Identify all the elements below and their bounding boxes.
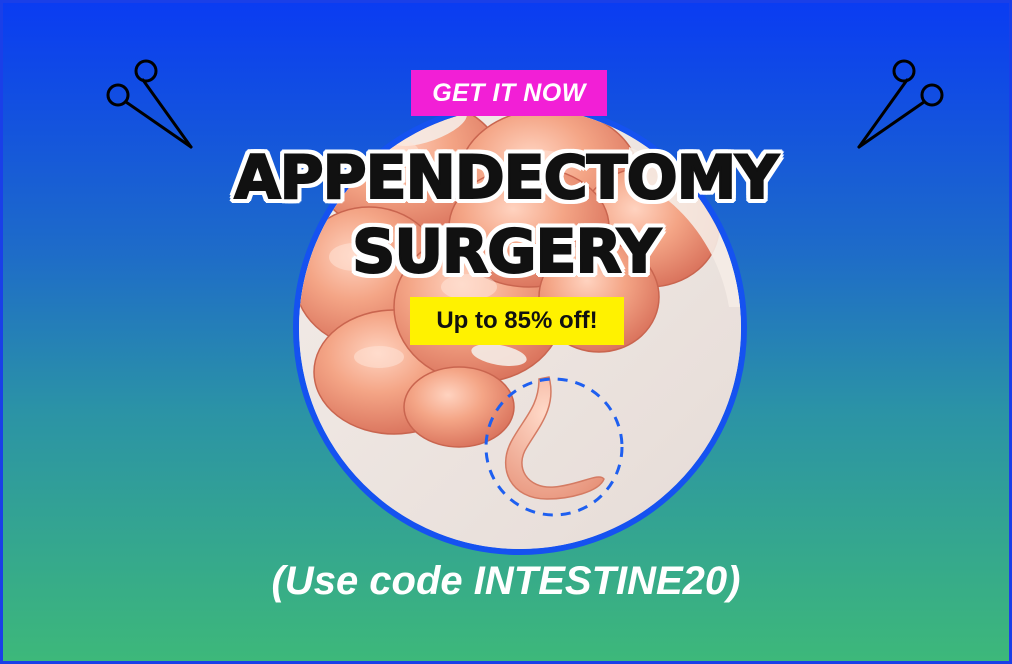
get-it-now-button[interactable]: GET IT NOW	[411, 70, 607, 116]
discount-badge: Up to 85% off!	[410, 297, 624, 345]
scissors-icon	[106, 59, 193, 149]
title-line-2: SURGERY	[351, 216, 662, 288]
title-line-1: APPENDECTOMY	[233, 142, 780, 214]
promo-banner: GET IT NOW APPENDECTOMY SURGERY Up to 85…	[0, 0, 1012, 664]
promo-code-text: (Use code INTESTINE20)	[271, 559, 741, 603]
scissors-icon	[857, 59, 944, 149]
